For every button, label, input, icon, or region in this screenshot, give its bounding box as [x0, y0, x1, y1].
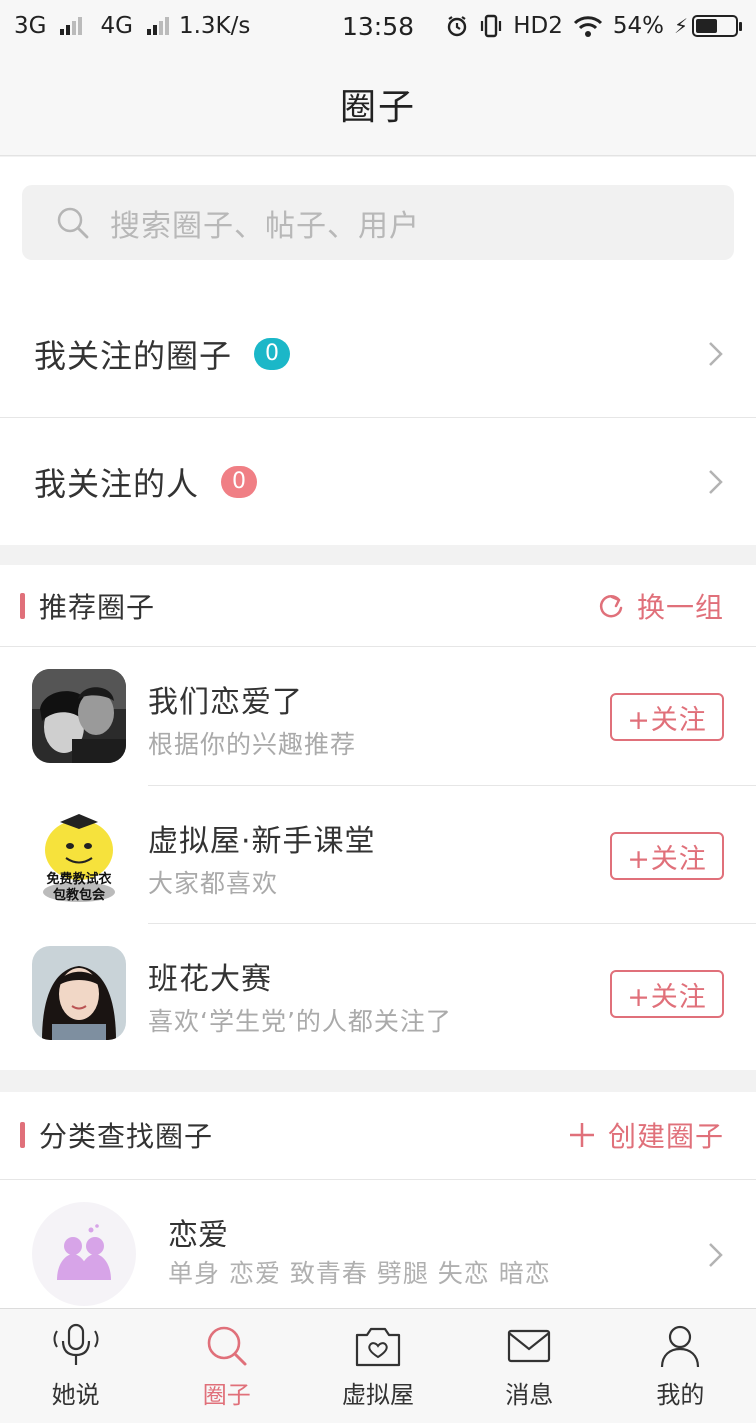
hd-indicator: HD2 — [513, 13, 563, 39]
camera-heart-icon — [355, 1327, 401, 1367]
circle-desc: 喜欢‘学生党’的人都关注了 — [148, 1007, 452, 1036]
circle-name: 班花大赛 — [148, 962, 272, 997]
chevron-right-icon — [709, 469, 723, 494]
avatar-text: 免费教试衣 — [46, 871, 111, 887]
follow-button[interactable]: +关注 — [610, 832, 724, 880]
plus-icon — [569, 1123, 594, 1147]
vibrate-icon — [481, 14, 502, 38]
person-icon — [661, 1325, 700, 1368]
tab-tashuo[interactable]: 她说 — [0, 1309, 151, 1423]
category-section: 分类查找圈子 创建圈子 恋爱 单身 恋爱 致青春 劈腿 失恋 暗恋 — [0, 1092, 756, 1308]
follow-button[interactable]: +关注 — [610, 693, 724, 741]
tab-virtual-house[interactable]: 虚拟屋 — [302, 1309, 453, 1423]
followed-circles-label: 我关注的圈子 — [34, 336, 233, 375]
list-item[interactable]: 我们恋爱了 根据你的兴趣推荐 +关注 — [0, 647, 756, 785]
recommended-header: 推荐圈子 换一组 — [0, 565, 756, 647]
recommended-title: 推荐圈子 — [39, 591, 156, 624]
category-name: 恋爱 — [168, 1218, 228, 1253]
network-3g: 3G — [14, 13, 47, 39]
tab-label: 圈子 — [202, 1381, 251, 1409]
follow-section: 我关注的圈子 0 我关注的人 0 — [0, 290, 756, 545]
my-followed-people-row[interactable]: 我关注的人 0 — [0, 418, 756, 545]
tab-label: 消息 — [505, 1381, 554, 1409]
status-bar: 3G 4G 1.3K/s 13:58 HD2 54% ⚡ — [0, 0, 756, 52]
circle-avatar — [32, 946, 126, 1040]
followed-people-count-badge: 0 — [221, 465, 258, 498]
recommended-circles-section: 推荐圈子 换一组 我们恋爱了 根据你的兴趣推荐 +关注 免费教试衣 包教包会 虚… — [0, 565, 756, 1070]
category-tags: 单身 恋爱 致青春 劈腿 失恋 暗恋 — [168, 1259, 551, 1288]
couple-icon — [32, 1202, 136, 1306]
tab-label: 她说 — [51, 1381, 100, 1409]
circle-desc: 大家都喜欢 — [148, 869, 279, 898]
section-accent-bar — [20, 1122, 25, 1148]
circle-name: 我们恋爱了 — [148, 685, 303, 720]
microphone-icon — [53, 1323, 99, 1365]
status-right: HD2 54% ⚡ — [445, 13, 742, 39]
category-title: 分类查找圈子 — [39, 1120, 214, 1153]
followed-people-label: 我关注的人 — [34, 464, 200, 503]
circle-avatar: 免费教试衣 包教包会 — [32, 808, 126, 902]
tab-bar: 她说 圈子 虚拟屋 消息 我的 — [0, 1308, 756, 1423]
followed-circles-count-badge: 0 — [254, 337, 291, 370]
tab-messages[interactable]: 消息 — [454, 1309, 605, 1423]
search-section: 搜索圈子、帖子、用户 — [0, 157, 756, 290]
nav-bar: 圈子 — [0, 52, 756, 156]
refresh-button[interactable]: 换一组 — [597, 565, 724, 647]
create-circle-button[interactable]: 创建圈子 — [568, 1092, 724, 1178]
chevron-right-icon — [709, 1243, 723, 1267]
network-speed: 1.3K/s — [178, 13, 251, 39]
search-input[interactable]: 搜索圈子、帖子、用户 — [22, 185, 734, 260]
alarm-icon — [447, 16, 467, 37]
refresh-icon — [599, 595, 623, 618]
search-icon — [57, 207, 89, 238]
battery-icon: ⚡ — [674, 14, 742, 38]
page-title: 圈子 — [339, 86, 416, 128]
mail-icon — [508, 1329, 551, 1363]
network-4g: 4G — [100, 13, 133, 39]
tab-me[interactable]: 我的 — [605, 1309, 756, 1423]
category-header: 分类查找圈子 创建圈子 — [0, 1092, 756, 1178]
create-circle-label: 创建圈子 — [607, 1120, 724, 1153]
refresh-label: 换一组 — [636, 591, 724, 624]
chevron-right-icon — [709, 341, 723, 366]
tab-label: 虚拟屋 — [342, 1381, 414, 1409]
circle-desc: 根据你的兴趣推荐 — [148, 730, 357, 759]
circle-avatar — [32, 669, 126, 763]
battery-percent: 54% — [612, 13, 664, 39]
section-accent-bar — [20, 593, 25, 619]
circle-name: 虚拟屋·新手课堂 — [148, 824, 376, 859]
search-placeholder: 搜索圈子、帖子、用户 — [110, 208, 420, 244]
tab-circles[interactable]: 圈子 — [151, 1309, 302, 1423]
my-followed-circles-row[interactable]: 我关注的圈子 0 — [0, 290, 756, 417]
signal-icon — [60, 17, 83, 35]
category-item-love[interactable]: 恋爱 单身 恋爱 致青春 劈腿 失恋 暗恋 — [0, 1180, 756, 1308]
list-item[interactable]: 班花大赛 喜欢‘学生党’的人都关注了 +关注 — [0, 924, 756, 1062]
status-left: 3G 4G 1.3K/s — [14, 13, 250, 39]
tab-label: 我的 — [656, 1381, 705, 1409]
avatar-text: 包教包会 — [53, 887, 106, 902]
wifi-icon — [573, 16, 602, 37]
search-icon — [207, 1326, 247, 1366]
list-item[interactable]: 免费教试衣 包教包会 虚拟屋·新手课堂 大家都喜欢 +关注 — [0, 786, 756, 924]
follow-button[interactable]: +关注 — [610, 970, 724, 1018]
signal-icon — [146, 17, 169, 35]
